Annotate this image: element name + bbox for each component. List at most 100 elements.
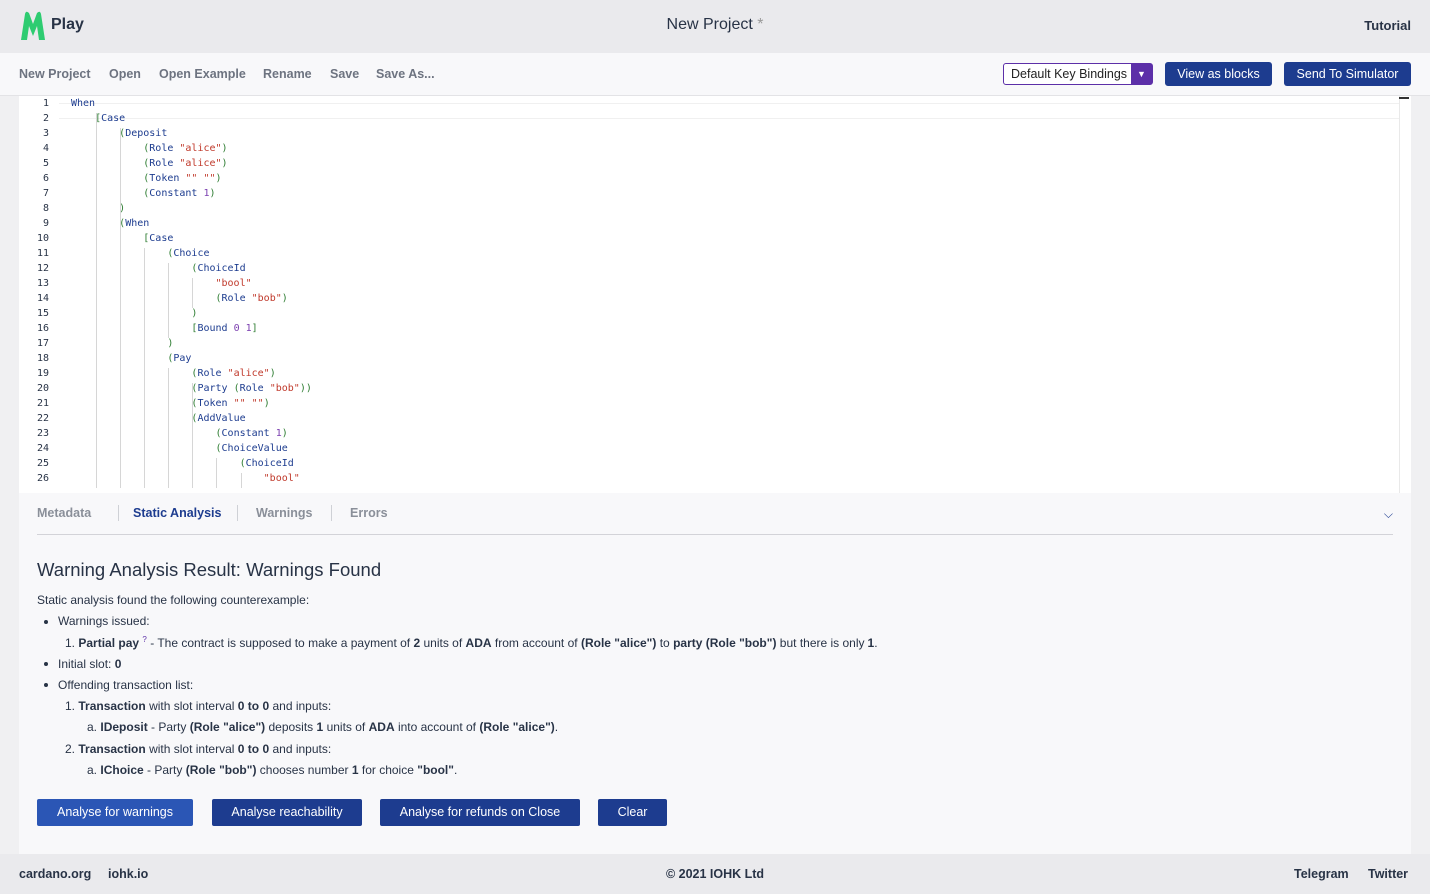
warning-text: but there is only: [779, 636, 865, 650]
code-line[interactable]: (AddValue: [71, 411, 245, 426]
input-text: .: [554, 720, 559, 734]
open-button[interactable]: Open: [109, 67, 141, 81]
indent-guide: [168, 368, 170, 488]
code-line[interactable]: [Case: [71, 231, 173, 246]
indent-guide: [192, 383, 194, 488]
code-line[interactable]: (When: [71, 216, 149, 231]
chevron-down-icon[interactable]: ⌵: [1384, 507, 1393, 522]
line-number: 19: [36, 368, 49, 379]
panel-tabs: Metadata Static Analysis Warnings Errors…: [37, 493, 1393, 535]
code-line[interactable]: "bool": [71, 276, 252, 291]
warning-text: .: [874, 636, 878, 650]
result-title: Warning Analysis Result: Warnings Found: [37, 559, 382, 580]
twitter-link[interactable]: Twitter: [1368, 867, 1408, 881]
transaction-text: with slot interval: [149, 742, 235, 756]
line-number: 4: [42, 143, 49, 154]
tab-metadata[interactable]: Metadata: [37, 506, 91, 520]
new-project-button[interactable]: New Project: [19, 67, 91, 81]
line-number: 15: [36, 308, 49, 319]
input-kind: IDeposit: [100, 720, 148, 734]
line-number: 26: [36, 473, 49, 484]
open-example-button[interactable]: Open Example: [159, 67, 246, 81]
tab-errors[interactable]: Errors: [350, 506, 388, 520]
code-line[interactable]: (Constant 1): [71, 186, 215, 201]
code-line[interactable]: [Case: [71, 111, 125, 126]
save-as-button[interactable]: Save As...: [376, 67, 435, 81]
code-line[interactable]: "bool": [71, 471, 300, 486]
clear-button[interactable]: Clear: [598, 799, 667, 826]
warning-text: units of: [423, 636, 463, 650]
input-text: - Party: [151, 720, 187, 734]
bullet: [44, 683, 48, 687]
code-line[interactable]: (Constant 1): [71, 426, 288, 441]
line-number: 2: [42, 113, 49, 124]
input-party: (Role "bob"): [185, 763, 257, 777]
slot-interval: 0 to 0: [237, 742, 270, 756]
warning-number: 1.: [65, 636, 76, 650]
tab-static-analysis[interactable]: Static Analysis: [133, 506, 221, 520]
code-line[interactable]: ): [71, 336, 173, 351]
scrollbar-thumb[interactable]: [1399, 97, 1409, 99]
indent-guide: [192, 278, 194, 308]
key-bindings-select[interactable]: Default Key Bindings ▼: [1003, 63, 1153, 85]
code-line[interactable]: ): [71, 306, 197, 321]
initial-slot-label: Initial slot:: [58, 657, 112, 671]
warning-text: - The contract is supposed to make a pay…: [150, 636, 411, 650]
code-line[interactable]: (Token "" ""): [71, 396, 269, 411]
code-line[interactable]: (ChoiceId: [71, 456, 294, 471]
transaction-label: Transaction: [78, 699, 146, 713]
analyse-reachability-button[interactable]: Analyse reachability: [212, 799, 362, 826]
input-text: chooses number: [259, 763, 349, 777]
warning-name: Partial pay: [78, 636, 140, 650]
line-number: 12: [36, 263, 49, 274]
analyse-warnings-button[interactable]: Analyse for warnings: [37, 799, 193, 826]
code-line[interactable]: ): [71, 201, 125, 216]
transaction-input: a. IDeposit - Party (Role "alice") depos…: [87, 720, 558, 734]
current-line-highlight: [59, 103, 1399, 119]
line-number: 17: [36, 338, 49, 349]
code-line[interactable]: When: [71, 96, 95, 111]
app-footer: cardano.org iohk.io © 2021 IOHK Ltd Tele…: [0, 854, 1430, 894]
code-line[interactable]: (ChoiceId: [71, 261, 245, 276]
tutorial-link[interactable]: Tutorial: [1364, 18, 1411, 33]
line-number: 3: [42, 128, 49, 139]
app-header: Play New Project * Tutorial: [0, 0, 1430, 53]
code-line[interactable]: (Token "" ""): [71, 171, 221, 186]
warning-text: from account of: [494, 636, 578, 650]
code-line[interactable]: (Role "alice"): [71, 156, 227, 171]
editor-scrollbar[interactable]: [1399, 96, 1411, 493]
line-number: 14: [36, 293, 49, 304]
code-line[interactable]: (Role "bob"): [71, 291, 288, 306]
send-to-simulator-button[interactable]: Send To Simulator: [1284, 62, 1411, 86]
code-line[interactable]: (ChoiceValue: [71, 441, 288, 456]
telegram-link[interactable]: Telegram: [1294, 867, 1349, 881]
tab-divider: [331, 505, 332, 521]
line-number: 24: [36, 443, 49, 454]
code-line[interactable]: (Role "alice"): [71, 141, 227, 156]
analyse-refunds-button[interactable]: Analyse for refunds on Close: [380, 799, 580, 826]
code-line[interactable]: [Bound 0 1]: [71, 321, 257, 336]
line-number: 9: [42, 218, 49, 229]
input-text: for choice: [361, 763, 414, 777]
tab-warnings[interactable]: Warnings: [256, 506, 312, 520]
rename-button[interactable]: Rename: [263, 67, 312, 81]
transaction-number: 2.: [65, 742, 76, 756]
initial-slot: Initial slot: 0: [58, 657, 121, 671]
chevron-down-icon: ▼: [1131, 64, 1152, 84]
analysis-panel: Metadata Static Analysis Warnings Errors…: [19, 493, 1411, 854]
warning-to-party: party (Role "bob"): [673, 636, 777, 650]
analysis-intro: Static analysis found the following coun…: [37, 593, 310, 607]
code-editor[interactable]: 1 2 3 4 5 6 7 8 9 10 11 12 13 14 15 16 17 18 19 20 21 22 23 24 2…: [19, 96, 1411, 493]
warnings-issued-label: Warnings issued:: [58, 614, 150, 628]
help-icon[interactable]: ?: [142, 635, 146, 644]
line-number: 20: [36, 383, 49, 394]
save-button[interactable]: Save: [330, 67, 359, 81]
view-as-blocks-button[interactable]: View as blocks: [1165, 62, 1272, 86]
indent-guide: [120, 233, 122, 488]
input-text: - Party: [147, 763, 183, 777]
code-line[interactable]: (Role "alice"): [71, 366, 275, 381]
transaction-input: a. IChoice - Party (Role "bob") chooses …: [87, 763, 457, 777]
tab-divider: [118, 505, 119, 521]
code-line[interactable]: (Choice: [71, 246, 209, 261]
code-line[interactable]: (Pay: [71, 351, 191, 366]
